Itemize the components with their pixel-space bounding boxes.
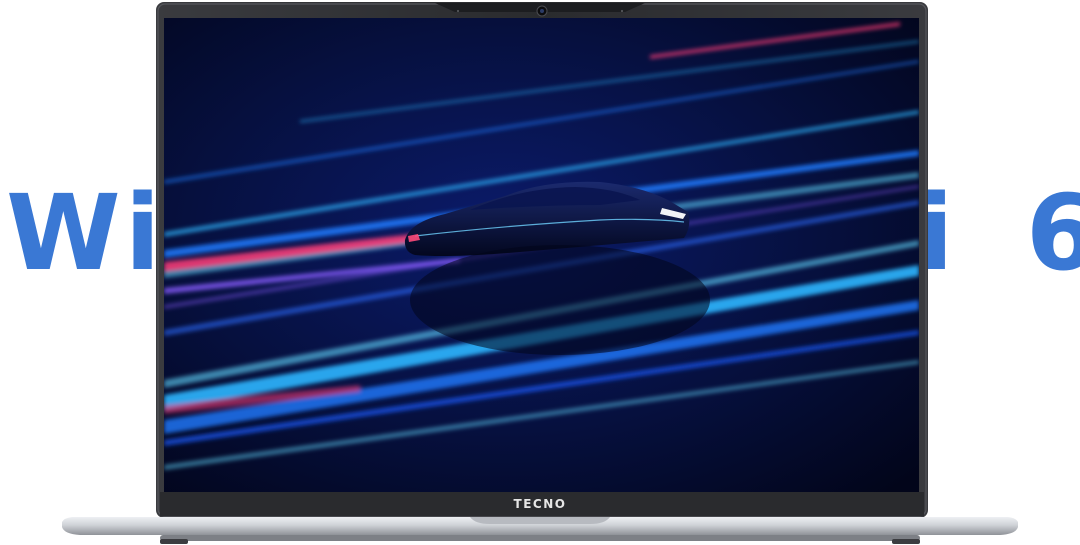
display-screen [164,18,919,492]
brand-logo: TECNO [513,497,567,511]
laptop-illustration [62,2,1018,544]
product-hero: Wi i 6 [0,0,1080,545]
laptop-base [62,517,1018,544]
webcam-icon [536,5,548,17]
